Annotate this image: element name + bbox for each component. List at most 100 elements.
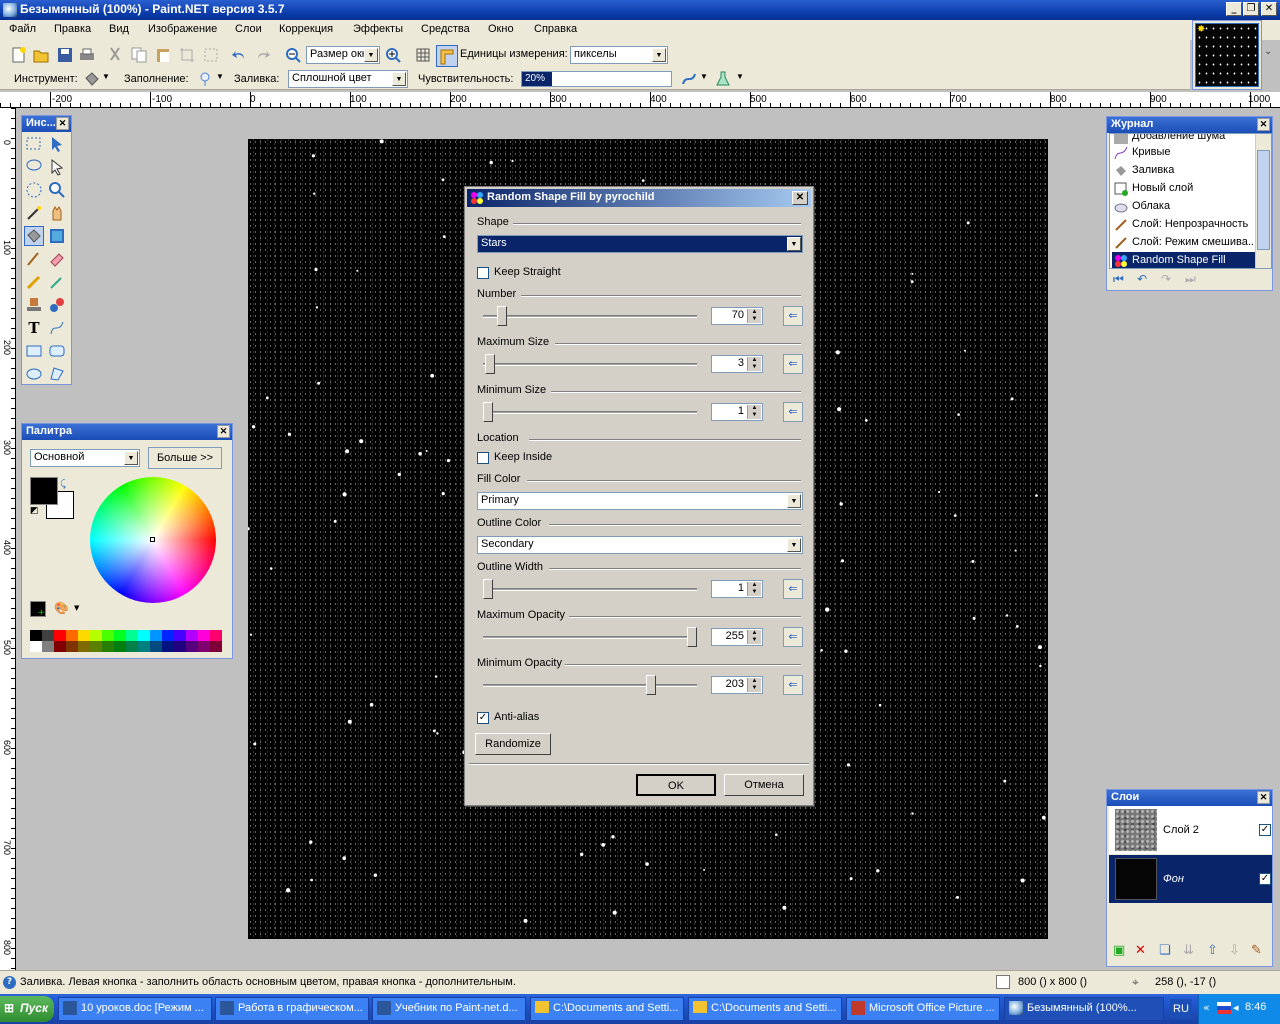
chevron-down-icon[interactable]: ⌄ [1264,46,1272,57]
close-icon[interactable]: ✕ [1257,118,1270,131]
move-up-icon[interactable]: ⇧ [1207,943,1218,958]
number-input[interactable]: 70 ▲ ▼ [711,307,763,325]
history-scrollbar[interactable] [1255,134,1271,268]
outline-width-slider-thumb[interactable] [483,579,493,599]
undo-icon[interactable] [230,46,248,64]
keep-inside-checkbox[interactable] [477,452,489,464]
layer-properties-icon[interactable]: ✎ [1251,943,1262,958]
cancel-button[interactable]: Отмена [724,774,804,796]
color-swatch[interactable] [66,641,78,652]
history-item[interactable]: Новый слой [1112,180,1253,198]
move-down-icon[interactable]: ⇩ [1229,943,1240,958]
taskbar-item[interactable]: C:\Documents and Setti... [530,997,684,1021]
line-curve-icon[interactable] [47,318,67,338]
spinner-icon[interactable]: ▲ ▼ [747,405,761,419]
chevron-down-icon[interactable]: ▼ [74,604,79,612]
color-swatch[interactable] [90,641,102,652]
print-icon[interactable] [78,46,96,64]
randomize-button[interactable]: Randomize [475,733,551,755]
add-color-icon[interactable]: + [30,601,46,618]
color-swatch[interactable] [210,630,222,641]
color-swatch[interactable] [114,641,126,652]
ellipse-select-icon[interactable] [24,180,44,200]
color-swatch[interactable] [150,630,162,641]
rewind-icon[interactable]: ⏮ [1113,272,1124,287]
reset-arrow-icon[interactable]: ⇐ [783,627,803,647]
color-swatch[interactable] [162,630,174,641]
history-item-selected[interactable]: Random Shape Fill [1112,252,1271,268]
new-icon[interactable] [10,46,28,64]
history-item[interactable]: Кривые [1112,144,1253,162]
number-slider-thumb[interactable] [497,306,508,326]
spinner-icon[interactable]: ▲ ▼ [747,357,761,371]
color-swatch[interactable] [90,630,102,641]
freeform-shape-icon[interactable] [47,364,67,384]
color-swatch[interactable] [162,641,174,652]
taskbar-item-active[interactable]: Безымянный (100%... [1004,997,1164,1021]
antialias-checkbox[interactable]: ✓ [477,712,489,724]
spinner-icon[interactable]: ▲ ▼ [747,582,761,596]
keep-straight-checkbox[interactable] [477,267,489,279]
color-swatch[interactable] [54,641,66,652]
undo-icon[interactable]: ↶ [1137,272,1147,286]
more-colors-button[interactable]: Больше >> [148,447,222,469]
reset-colors-icon[interactable]: ◩ [30,506,39,516]
min-size-slider-thumb[interactable] [483,402,493,422]
color-swatch[interactable] [198,641,210,652]
fast-forward-icon[interactable]: ⏭ [1185,272,1196,287]
color-swatch[interactable] [42,630,54,641]
clone-stamp-icon[interactable] [24,295,44,315]
tray-expand-icon[interactable]: « [1203,1001,1210,1014]
color-picker-icon[interactable] [47,272,67,292]
color-swatch[interactable] [210,641,222,652]
start-button[interactable]: ⊞ Пуск [0,996,54,1022]
chevron-down-icon[interactable]: ▼ [736,72,744,81]
blend-mode-icon[interactable] [714,70,732,88]
color-swatch[interactable] [138,630,150,641]
menu-edit[interactable]: Правка [54,23,91,35]
max-opacity-slider-thumb[interactable] [687,627,697,647]
layer-visibility-checkbox[interactable]: ✓ [1259,873,1271,885]
crop-icon[interactable] [178,46,196,64]
close-button[interactable]: ✕ [1261,2,1277,16]
color-wheel[interactable] [90,477,216,603]
minimize-button[interactable]: _ [1226,2,1242,16]
reset-arrow-icon[interactable]: ⇐ [783,675,803,695]
color-swatch[interactable] [138,641,150,652]
zoom-combo[interactable]: Размер окна ▼ [306,46,380,64]
history-item[interactable]: Слой: Непрозрачность [1112,216,1253,234]
rectangle-icon[interactable] [24,341,44,361]
reset-arrow-icon[interactable]: ⇐ [783,306,803,326]
image-thumbnail[interactable]: ✸ [1192,20,1262,90]
close-icon[interactable]: ✕ [217,425,230,438]
color-swatch[interactable] [102,641,114,652]
history-item[interactable]: Заливка [1112,162,1253,180]
eraser-icon[interactable] [47,249,67,269]
menu-image[interactable]: Изображение [148,23,217,35]
min-size-input[interactable]: 1 ▲ ▼ [711,403,763,421]
taskbar-item[interactable]: Microsoft Office Picture ... [846,997,1000,1021]
chevron-down-icon[interactable]: ▼ [216,72,224,81]
color-swatch[interactable] [186,630,198,641]
menu-view[interactable]: Вид [109,23,129,35]
taskbar-item[interactable]: Учебник по Paint-net.d... [372,997,526,1021]
chevron-down-icon[interactable]: ▼ [102,72,110,81]
deselect-icon[interactable] [202,46,220,64]
tolerance-slider[interactable]: 20% [521,71,672,87]
color-swatch[interactable] [42,641,54,652]
taskbar-item[interactable]: C:\Documents and Setti... [688,997,842,1021]
spinner-icon[interactable]: ▲ ▼ [747,630,761,644]
menu-window[interactable]: Окно [488,23,514,35]
paint-bucket-icon[interactable] [24,226,44,246]
color-swatch[interactable] [54,630,66,641]
move-selected-icon[interactable] [47,134,67,154]
menu-file[interactable]: Файл [9,23,36,35]
min-opacity-input[interactable]: 203 ▲ ▼ [711,676,763,694]
gradient-icon[interactable] [47,226,67,246]
recolor-icon[interactable] [47,295,67,315]
zoom-out-icon[interactable] [284,46,302,64]
reset-arrow-icon[interactable]: ⇐ [783,579,803,599]
color-swatch[interactable] [102,630,114,641]
max-size-slider-track[interactable] [483,363,697,366]
shape-combo[interactable]: Stars ▼ [477,235,803,253]
